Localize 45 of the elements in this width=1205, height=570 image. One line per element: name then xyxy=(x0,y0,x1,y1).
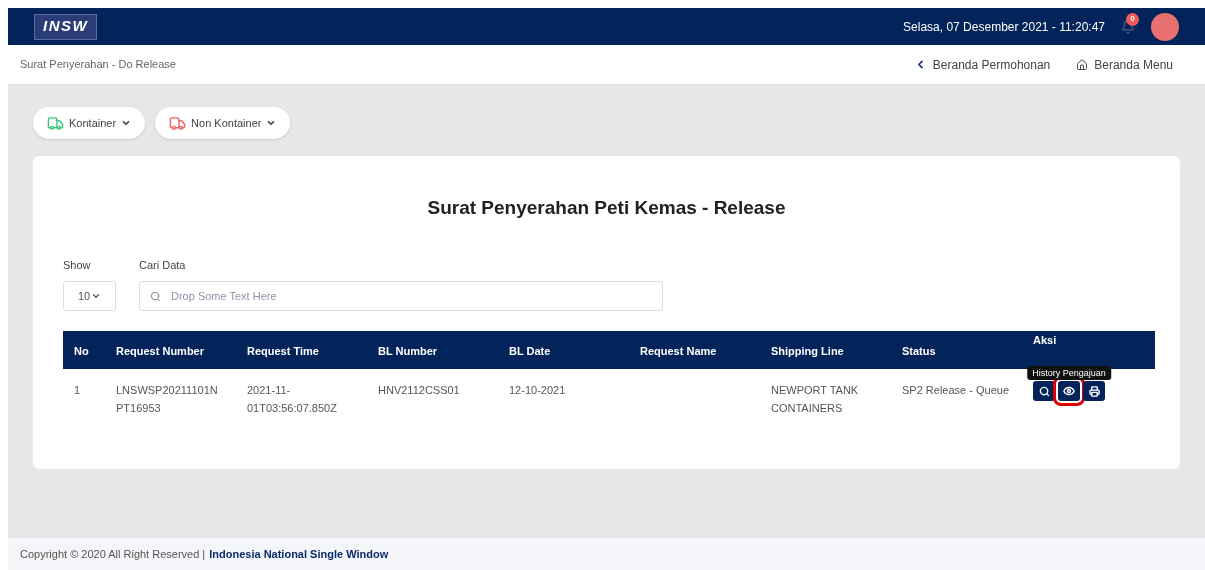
category-dropdown-button[interactable]: Non Kontainer xyxy=(155,107,291,139)
table-cell: SP2 Release - Queue xyxy=(902,384,1009,396)
column-header: Status xyxy=(902,345,936,357)
home-icon xyxy=(1076,58,1089,71)
caret-icon xyxy=(266,118,277,128)
nav-link[interactable]: Beranda Menu xyxy=(1076,55,1173,74)
notification-badge: 0 xyxy=(1126,12,1139,26)
avatar[interactable] xyxy=(1151,12,1179,41)
search-icon xyxy=(1038,385,1050,397)
table-cell: LNSWSP20211101N PT16953 xyxy=(116,384,218,414)
search-field[interactable]: Drop Some Text Here xyxy=(139,281,663,311)
chevron-down-icon xyxy=(91,291,101,301)
tooltip: History Pengajuan xyxy=(1027,366,1111,380)
table-cell: HNV2112CSS01 xyxy=(378,384,460,396)
action-button[interactable] xyxy=(1033,381,1055,401)
footer-link[interactable]: Indonesia National Single Window xyxy=(209,545,389,563)
search-label: Cari Data xyxy=(139,257,187,273)
copyright-text: Copyright © 2020 All Right Reserved | xyxy=(20,546,206,562)
search-icon xyxy=(150,290,161,302)
datetime-text: Selasa, 07 Desember 2021 - 11:20:47 xyxy=(903,18,1105,36)
category-dropdown-button[interactable]: Kontainer xyxy=(33,107,146,139)
column-header: Aksi xyxy=(1033,334,1057,346)
show-label: Show xyxy=(63,257,92,273)
column-header: BL Number xyxy=(378,345,438,357)
eye-icon xyxy=(1063,385,1075,397)
table-cell: NEWPORT TANK CONTAINERS xyxy=(771,384,859,414)
logo: INSW xyxy=(34,13,98,40)
column-header: Request Time xyxy=(247,345,319,357)
column-header: BL Date xyxy=(509,345,551,357)
card-title: Surat Penyerahan Peti Kemas - Release xyxy=(426,196,787,220)
table-cell: 1 xyxy=(74,384,81,396)
nav-link[interactable]: Beranda Permohonan xyxy=(913,55,1051,74)
page-size-select[interactable]: 10 xyxy=(63,281,116,311)
search-input[interactable]: Drop Some Text Here xyxy=(171,287,652,305)
table-cell: 2021-11- 01T03:56:07.850Z xyxy=(247,384,337,414)
column-header: Shipping Line xyxy=(771,345,844,357)
bell-icon[interactable] xyxy=(1121,19,1135,34)
column-header: Request Number xyxy=(116,345,205,357)
action-button[interactable] xyxy=(1083,381,1105,401)
page-title: Surat Penyerahan - Do Release xyxy=(20,57,176,73)
caret-icon xyxy=(121,118,132,128)
column-header: Request Name xyxy=(640,345,717,357)
column-header: No xyxy=(74,345,89,357)
printer-icon xyxy=(1088,385,1100,397)
table-cell: 12-10-2021 xyxy=(509,384,566,396)
